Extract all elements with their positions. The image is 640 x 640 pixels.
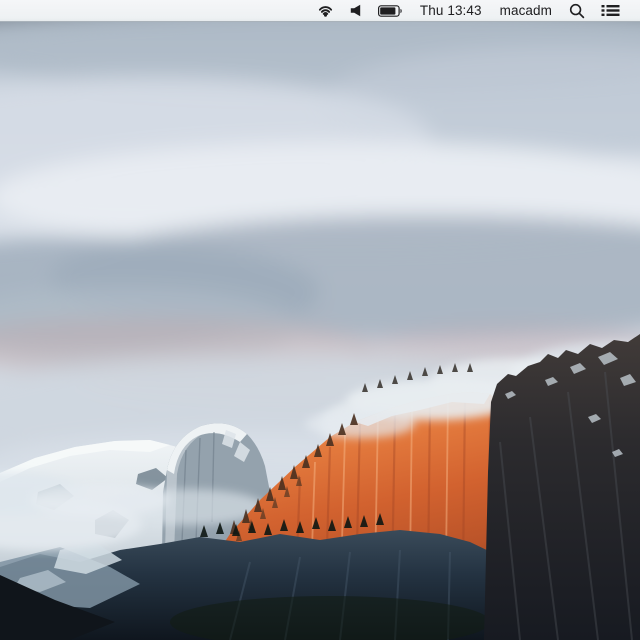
desktop: Thu 13:43 macadm	[0, 0, 640, 640]
wifi-icon[interactable]	[309, 0, 342, 21]
spotlight-icon[interactable]	[561, 0, 593, 21]
desktop-wallpaper	[0, 22, 640, 640]
volume-icon[interactable]	[342, 0, 370, 21]
el-capitan-wallpaper-art	[0, 22, 640, 640]
menu-bar: Thu 13:43 macadm	[0, 0, 640, 22]
battery-icon[interactable]	[370, 0, 411, 21]
notification-center-icon[interactable]	[593, 0, 628, 21]
menu-bar-clock[interactable]: Thu 13:43	[411, 0, 491, 21]
menu-bar-username[interactable]: macadm	[491, 0, 561, 21]
menu-bar-status-area: Thu 13:43 macadm	[309, 0, 640, 21]
